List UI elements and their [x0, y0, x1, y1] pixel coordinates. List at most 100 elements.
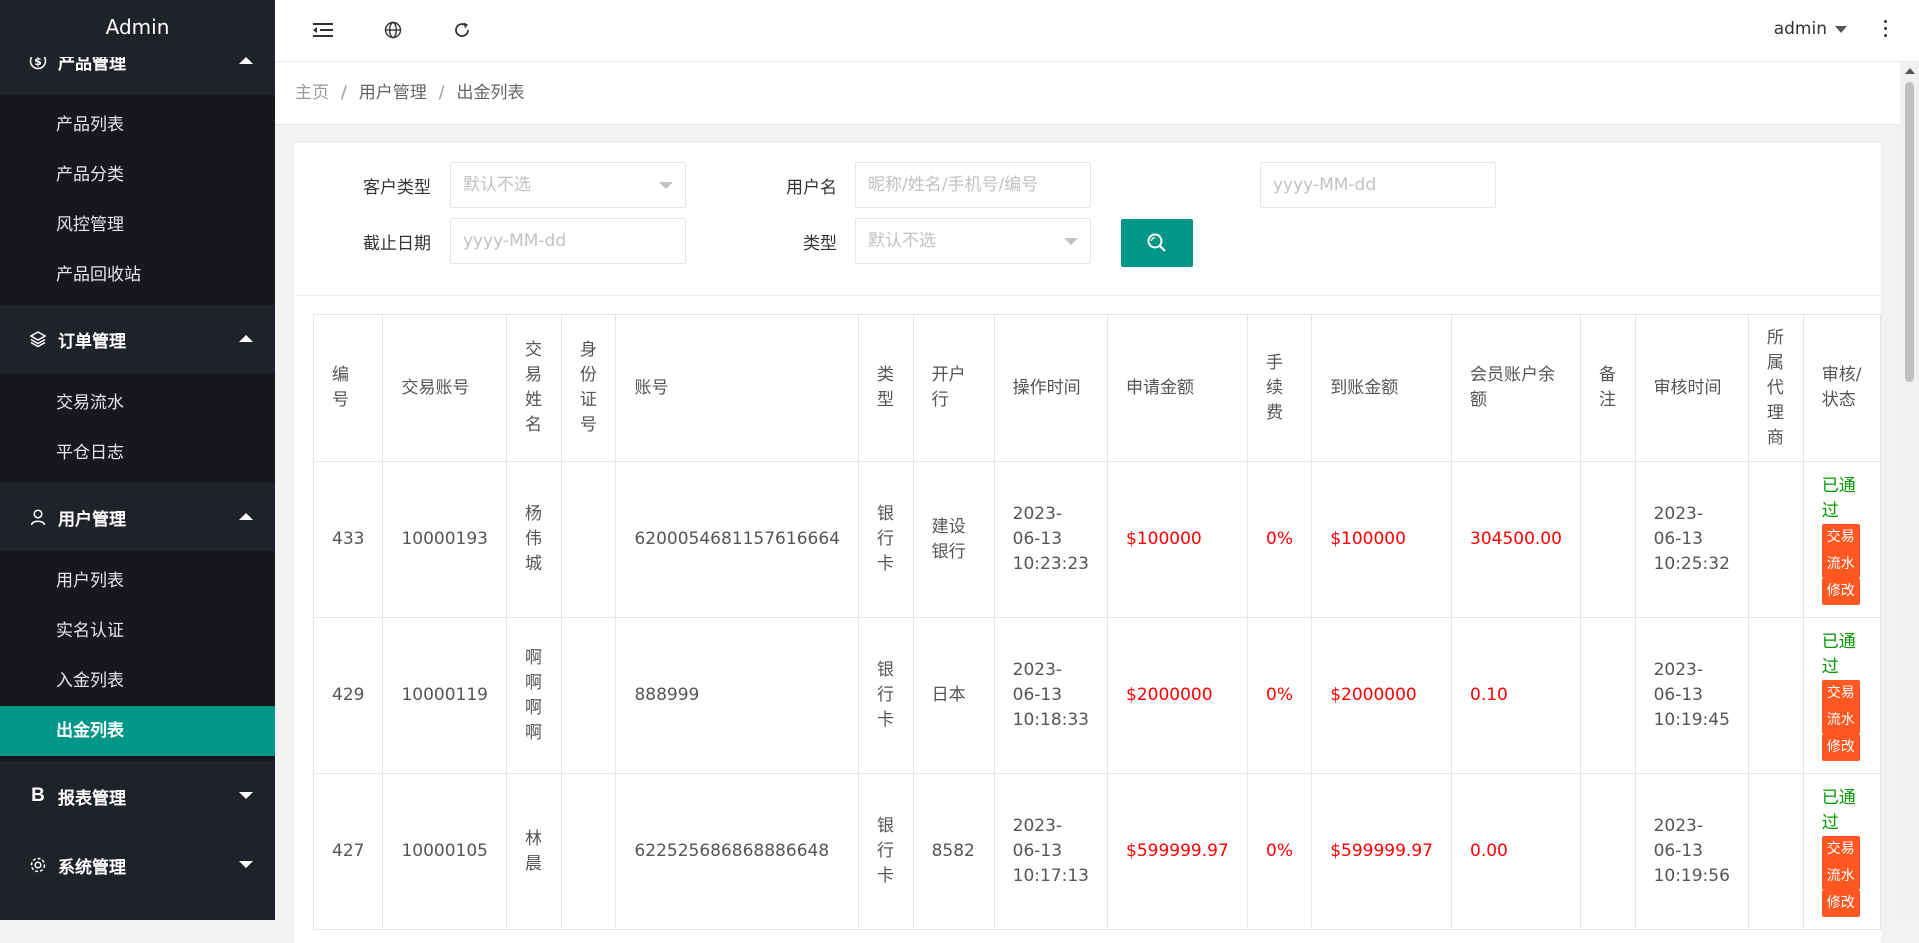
trade-flow-button[interactable]: 交易流水: [1821, 524, 1860, 578]
th-status: 审核/状态: [1802, 314, 1882, 462]
cell-trade-account: 10000193: [382, 461, 507, 618]
chevron-down-icon: [239, 792, 253, 799]
table-header: 编号 交易账号 交易姓名 身份证号 账号 类型 开户行 操作时间 申请金额 手续…: [312, 314, 1882, 462]
sidebar-group-order: 订单管理 交易流水 平仓日志: [0, 305, 275, 483]
status-badge: 已通过: [1821, 788, 1856, 833]
end-date-input[interactable]: yyyy-MM-dd: [450, 218, 686, 264]
username-input[interactable]: 昵称/姓名/手机号/编号: [855, 162, 1091, 208]
breadcrumb-home[interactable]: 主页: [295, 83, 329, 103]
content-card: 客户类型 默认不选 用户名 昵称/姓名/手机号/编号 开始日期 yyyy-MM-…: [294, 143, 1882, 943]
username-label: 用户名: [786, 178, 837, 198]
top-bar: admin: [275, 0, 1919, 62]
customer-type-label: 客户类型: [363, 178, 431, 198]
th-op-time: 操作时间: [993, 314, 1109, 462]
sidebar-group-label: 用户管理: [58, 509, 126, 530]
cell-balance: 304500.00: [1451, 461, 1581, 618]
sidebar-item-close-log[interactable]: 平仓日志: [0, 428, 275, 478]
th-trade-account: 交易账号: [382, 314, 507, 462]
table-row: 433 10000193 杨伟城 6200054681157616664 银行卡…: [312, 461, 1882, 618]
sidebar-group-product: $ 产品管理 产品列表 产品分类 风控管理 产品回收站: [0, 27, 275, 305]
sidebar-group-head-user[interactable]: 用户管理: [0, 483, 275, 551]
page-scrollbar[interactable]: [1900, 62, 1919, 920]
sidebar-item-product-recycle[interactable]: 产品回收站: [0, 250, 275, 300]
edit-button[interactable]: 修改: [1821, 890, 1860, 917]
menu-collapse-icon[interactable]: [311, 18, 335, 42]
trade-flow-button[interactable]: 交易流水: [1821, 836, 1860, 890]
username-placeholder: 昵称/姓名/手机号/编号: [868, 175, 1039, 195]
sidebar-item-risk-control[interactable]: 风控管理: [0, 200, 275, 250]
cell-apply-amount: $100000: [1106, 461, 1249, 618]
cell-fee: 0%: [1247, 773, 1313, 930]
cell-id: 427: [312, 773, 384, 930]
bold-b-icon: B: [31, 785, 45, 806]
scrollbar-thumb[interactable]: [1905, 82, 1914, 382]
cell-received-amount: $100000: [1311, 461, 1452, 618]
end-date-placeholder: yyyy-MM-dd: [463, 231, 567, 251]
scroll-up-icon[interactable]: [1905, 68, 1915, 74]
breadcrumb: 主页 / 用户管理 / 出金列表: [275, 62, 1900, 125]
sidebar-group-report: B 报表管理: [0, 761, 275, 831]
caret-down-icon: [1835, 25, 1847, 33]
breadcrumb-user-management[interactable]: 用户管理: [359, 83, 427, 103]
status-badge: 已通过: [1821, 632, 1856, 677]
customer-type-select[interactable]: 默认不选: [450, 162, 686, 208]
sidebar-group-head-system[interactable]: 系统管理: [0, 831, 275, 899]
sidebar-item-deposit-list[interactable]: 入金列表: [0, 656, 275, 706]
type-select[interactable]: 默认不选: [855, 218, 1091, 264]
trade-flow-button[interactable]: 交易流水: [1821, 680, 1860, 734]
globe-icon[interactable]: [381, 18, 405, 42]
th-bank: 开户行: [912, 314, 995, 462]
edit-button[interactable]: 修改: [1821, 734, 1860, 761]
table-row: 429 10000119 啊啊啊啊 888999 银行卡 日本 2023-06-…: [312, 617, 1882, 774]
cell-audit-time: 2023-06-13 10:19:45: [1634, 617, 1749, 774]
status-badge: 已通过: [1821, 476, 1856, 521]
edit-button[interactable]: 修改: [1821, 578, 1860, 605]
cell-fee: 0%: [1247, 617, 1313, 774]
search-button[interactable]: [1121, 219, 1193, 267]
app-title: Admin: [0, 0, 275, 57]
chevron-up-icon: [239, 57, 253, 64]
cell-op-time: 2023-06-13 10:17:13: [993, 773, 1109, 930]
sidebar-item-withdraw-list[interactable]: 出金列表: [0, 706, 275, 756]
cell-status: 已通过 交易流水 修改: [1802, 617, 1882, 774]
cell-remark: [1579, 617, 1636, 774]
table-row: 427 10000105 林晨 622525686868886648 银行卡 8…: [312, 773, 1882, 930]
sidebar-group-head-order[interactable]: 订单管理: [0, 305, 275, 373]
cell-op-time: 2023-06-13 10:18:33: [993, 617, 1109, 774]
cell-trade-name: 杨伟城: [505, 461, 562, 618]
sidebar-group-system: 系统管理: [0, 831, 275, 899]
refresh-icon[interactable]: [450, 18, 474, 42]
th-balance: 会员账户余额: [1451, 314, 1581, 462]
sidebar: Admin $ 产品管理 产品列表 产品分类 风控管理 产品回收站 订单管理 交…: [0, 0, 275, 920]
sidebar-group-user: 用户管理 用户列表 实名认证 入金列表 出金列表: [0, 483, 275, 761]
cell-agent: [1747, 461, 1804, 618]
cell-apply-amount: $599999.97: [1106, 773, 1249, 930]
cell-bank-account: 6200054681157616664: [615, 461, 859, 618]
sidebar-item-product-category[interactable]: 产品分类: [0, 150, 275, 200]
cell-remark: [1579, 773, 1636, 930]
cell-balance: 0.10: [1451, 617, 1581, 774]
cell-agent: [1747, 617, 1804, 774]
sidebar-item-user-list[interactable]: 用户列表: [0, 556, 275, 606]
search-icon: [1147, 233, 1166, 252]
cell-balance: 0.00: [1451, 773, 1581, 930]
breadcrumb-separator: /: [341, 83, 347, 103]
user-menu[interactable]: admin: [1774, 19, 1847, 39]
sidebar-item-trade-flow[interactable]: 交易流水: [0, 378, 275, 428]
sidebar-item-product-list[interactable]: 产品列表: [0, 100, 275, 150]
sidebar-item-real-name-auth[interactable]: 实名认证: [0, 606, 275, 656]
cell-bank-account: 622525686868886648: [615, 773, 859, 930]
start-date-input[interactable]: yyyy-MM-dd: [1260, 162, 1496, 208]
sidebar-group-label: 报表管理: [58, 788, 126, 809]
chevron-up-icon: [239, 335, 253, 342]
layers-icon: [26, 327, 50, 351]
sidebar-group-head-report[interactable]: B 报表管理: [0, 761, 275, 831]
type-placeholder: 默认不选: [868, 231, 936, 251]
cell-bank: 建设银行: [912, 461, 995, 618]
more-vertical-icon[interactable]: [1883, 20, 1889, 41]
cell-apply-amount: $2000000: [1106, 617, 1249, 774]
table-body: 433 10000193 杨伟城 6200054681157616664 银行卡…: [312, 461, 1882, 930]
th-agent: 所属代理商: [1747, 314, 1804, 462]
th-received-amount: 到账金额: [1311, 314, 1452, 462]
cell-trade-account: 10000119: [382, 617, 507, 774]
